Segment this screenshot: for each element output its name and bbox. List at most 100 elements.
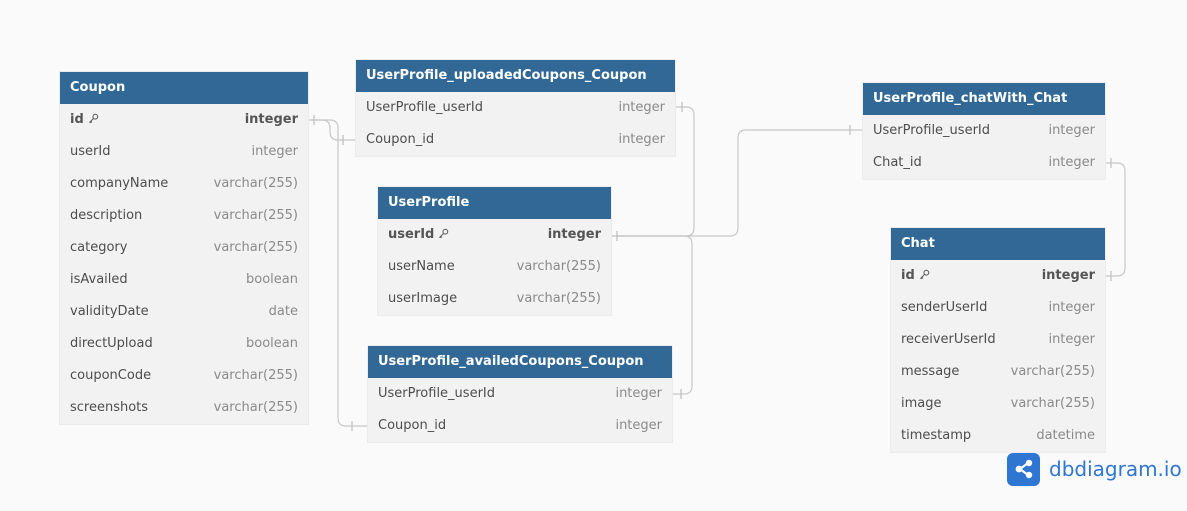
field-name: screenshots [70, 392, 148, 424]
field-name-text: timestamp [901, 428, 972, 443]
table-uploaded-coupons[interactable]: UserProfile_uploadedCoupons_Coupon UserP… [356, 60, 675, 156]
field-row[interactable]: timestamp datetime [891, 420, 1105, 452]
field-name: UserProfile_userId [366, 92, 483, 124]
field-row[interactable]: userId integer [378, 219, 611, 251]
field-type: integer [615, 386, 662, 401]
rel-coupon-uploaded [308, 119, 356, 141]
field-row[interactable]: UserProfile_userId integer [356, 92, 675, 124]
dbdiagram-logo[interactable]: dbdiagram.io [1007, 452, 1182, 486]
field-list: id integer userId integer companyName varchar… [60, 104, 308, 424]
field-row[interactable]: UserProfile_userId integer [368, 378, 672, 410]
field-row[interactable]: senderUserId integer [891, 292, 1105, 324]
field-row[interactable]: Chat_id integer [863, 147, 1105, 179]
field-list: userId integer userName varchar(255) userIma… [378, 219, 611, 315]
field-name-text: isAvailed [70, 272, 128, 287]
field-name: companyName [70, 168, 168, 200]
field-row[interactable]: UserProfile_userId integer [863, 115, 1105, 147]
field-name-text: userId [388, 227, 435, 242]
table-header[interactable]: UserProfile [378, 187, 611, 219]
field-name: Chat_id [873, 147, 922, 179]
field-type: varchar(255) [516, 259, 601, 274]
field-type: integer [244, 112, 298, 127]
field-name-text: userImage [388, 291, 458, 306]
field-name: description [70, 200, 142, 232]
key-icon [88, 113, 99, 124]
field-row[interactable]: userName varchar(255) [378, 251, 611, 283]
table-chat[interactable]: Chat id integer senderUserId integer receive… [891, 228, 1105, 452]
field-type: boolean [246, 336, 298, 351]
field-type: boolean [246, 272, 298, 287]
field-name-text: id [901, 268, 915, 283]
field-row[interactable]: Coupon_id integer [368, 410, 672, 442]
field-name: id [901, 260, 930, 292]
field-name-text: senderUserId [901, 300, 988, 315]
diagram-canvas: Coupon id integer userId integer companyName… [0, 0, 1187, 511]
field-name: isAvailed [70, 264, 128, 296]
field-row[interactable]: couponCode varchar(255) [60, 360, 308, 392]
table-chatwith[interactable]: UserProfile_chatWith_Chat UserProfile_us… [863, 83, 1105, 179]
field-name-text: UserProfile_userId [873, 123, 990, 138]
field-name: message [901, 356, 959, 388]
field-row[interactable]: Coupon_id integer [356, 124, 675, 156]
field-row[interactable]: userId integer [60, 136, 308, 168]
field-list: UserProfile_userId integer Coupon_id intege… [368, 378, 672, 442]
key-icon [919, 269, 930, 280]
field-type: integer [618, 132, 665, 147]
field-type: integer [618, 100, 665, 115]
field-list: UserProfile_userId integer Chat_id integer [863, 115, 1105, 179]
field-name-text: Coupon_id [366, 132, 435, 147]
field-name: Coupon_id [378, 410, 446, 442]
field-name: UserProfile_userId [378, 378, 495, 410]
field-name: userId [70, 136, 110, 168]
field-name: couponCode [70, 360, 151, 392]
field-type: varchar(255) [213, 400, 298, 415]
table-coupon[interactable]: Coupon id integer userId integer companyName… [60, 72, 308, 424]
field-name-text: id [70, 112, 84, 127]
field-name: timestamp [901, 420, 971, 452]
field-type: varchar(255) [213, 208, 298, 223]
field-name-text: userId [70, 144, 111, 159]
field-name: image [901, 388, 942, 420]
field-row[interactable]: directUpload boolean [60, 328, 308, 360]
table-header[interactable]: UserProfile_uploadedCoupons_Coupon [356, 60, 675, 92]
field-name-text: directUpload [70, 336, 153, 351]
field-name-text: UserProfile_userId [378, 386, 495, 401]
field-name: userName [388, 251, 455, 283]
field-row[interactable]: id integer [891, 260, 1105, 292]
table-header[interactable]: Coupon [60, 72, 308, 104]
field-name-text: Coupon_id [378, 418, 447, 433]
table-header[interactable]: UserProfile_chatWith_Chat [863, 83, 1105, 115]
field-name-text: receiverUserId [901, 332, 996, 347]
field-name-text: message [901, 364, 960, 379]
field-row[interactable]: message varchar(255) [891, 356, 1105, 388]
table-userprofile[interactable]: UserProfile userId integer userName varchar… [378, 187, 611, 315]
field-row[interactable]: isAvailed boolean [60, 264, 308, 296]
field-row[interactable]: validityDate date [60, 296, 308, 328]
field-row[interactable]: companyName varchar(255) [60, 168, 308, 200]
field-name: id [70, 104, 99, 136]
field-row[interactable]: description varchar(255) [60, 200, 308, 232]
rel-coupon-availed [308, 119, 368, 427]
field-name: category [70, 232, 127, 264]
field-type: integer [1048, 155, 1095, 170]
field-name: userImage [388, 283, 457, 315]
field-name-text: description [70, 208, 143, 223]
rel-chatwith-chat [1105, 162, 1126, 277]
table-availed-coupons[interactable]: UserProfile_availedCoupons_Coupon UserPr… [368, 346, 672, 442]
field-list: UserProfile_userId integer Coupon_id intege… [356, 92, 675, 156]
field-name: Coupon_id [366, 124, 434, 156]
field-row[interactable]: id integer [60, 104, 308, 136]
field-row[interactable]: screenshots varchar(255) [60, 392, 308, 424]
field-type: varchar(255) [1010, 364, 1095, 379]
field-type: integer [1041, 268, 1095, 283]
field-name: directUpload [70, 328, 153, 360]
field-row[interactable]: image varchar(255) [891, 388, 1105, 420]
table-header[interactable]: UserProfile_availedCoupons_Coupon [368, 346, 672, 378]
field-name-text: companyName [70, 176, 169, 191]
field-type: integer [615, 418, 662, 433]
table-header[interactable]: Chat [891, 228, 1105, 260]
field-row[interactable]: receiverUserId integer [891, 324, 1105, 356]
field-row[interactable]: category varchar(255) [60, 232, 308, 264]
share-network-icon [1007, 452, 1040, 486]
field-row[interactable]: userImage varchar(255) [378, 283, 611, 315]
